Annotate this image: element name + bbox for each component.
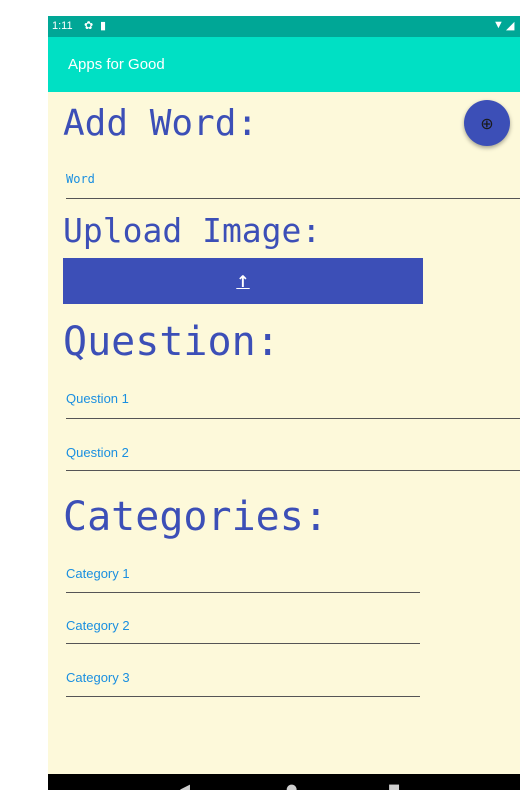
category-2-field-underline[interactable] bbox=[66, 643, 420, 644]
category-1-field-label[interactable]: Category 1 bbox=[66, 566, 130, 581]
upload-image-button[interactable]: ↑ bbox=[63, 258, 423, 304]
home-icon[interactable]: ● bbox=[286, 782, 297, 790]
question-2-field-underline[interactable] bbox=[66, 470, 520, 471]
question-heading: Question: bbox=[63, 319, 280, 365]
add-word-fab[interactable]: ⊕ bbox=[464, 100, 510, 146]
category-2-field-label[interactable]: Category 2 bbox=[66, 618, 130, 633]
system-nav-bar: ◀ ● ■ bbox=[48, 774, 520, 790]
app-title: Apps for Good bbox=[68, 56, 165, 73]
wifi-icon: ▼ bbox=[493, 19, 504, 31]
add-circle-icon: ⊕ bbox=[480, 113, 494, 133]
battery-saver-icon: ▮ bbox=[100, 20, 107, 32]
category-3-field-label[interactable]: Category 3 bbox=[66, 670, 130, 685]
question-1-field-label[interactable]: Question 1 bbox=[66, 391, 129, 406]
back-icon[interactable]: ◀ bbox=[180, 782, 190, 790]
upload-icon: ↑ bbox=[236, 271, 250, 291]
question-2-field-label[interactable]: Question 2 bbox=[66, 445, 129, 460]
status-bar: 1:11 ✿ ▮ ▼ ◢ bbox=[48, 16, 520, 37]
status-time: 1:11 bbox=[52, 20, 73, 32]
recents-icon[interactable]: ■ bbox=[388, 782, 400, 790]
word-field-underline[interactable] bbox=[66, 198, 520, 199]
add-word-heading: Add Word: bbox=[63, 103, 259, 144]
category-1-field-underline[interactable] bbox=[66, 592, 420, 593]
gear-icon: ✿ bbox=[84, 20, 94, 32]
category-3-field-underline[interactable] bbox=[66, 696, 420, 697]
question-1-field-underline[interactable] bbox=[66, 418, 520, 419]
app-bar: Apps for Good bbox=[48, 37, 520, 92]
signal-icon: ◢ bbox=[506, 20, 515, 32]
app-screen: 1:11 ✿ ▮ ▼ ◢ Apps for Good ⊕ Add Word: W… bbox=[48, 16, 520, 790]
word-field-label[interactable]: Word bbox=[66, 172, 95, 186]
categories-heading: Categories: bbox=[63, 494, 328, 540]
upload-image-heading: Upload Image: bbox=[63, 211, 322, 250]
